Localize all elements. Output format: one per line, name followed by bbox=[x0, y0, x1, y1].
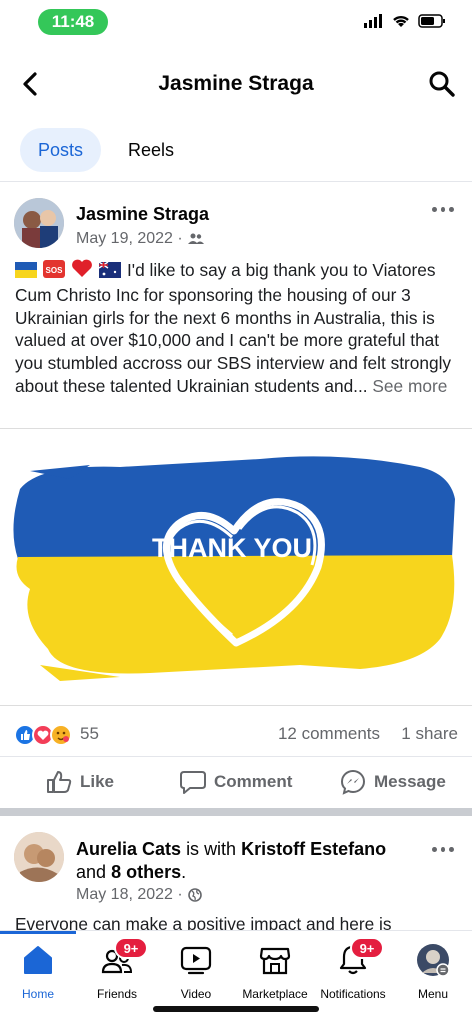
messenger-icon bbox=[340, 769, 365, 795]
image-caption: THANK YOU bbox=[152, 533, 312, 563]
shares-count[interactable]: 1 share bbox=[401, 724, 458, 744]
friends-icon: 9+ bbox=[100, 937, 148, 977]
page-header: Jasmine Straga bbox=[0, 56, 472, 112]
search-icon bbox=[429, 71, 455, 97]
nav-video[interactable]: Video bbox=[151, 939, 241, 1001]
post-image[interactable]: THANK YOU bbox=[0, 428, 472, 706]
author-avatar-2[interactable] bbox=[14, 832, 64, 882]
post-author-name[interactable]: Jasmine Straga bbox=[76, 204, 209, 225]
post-date[interactable]: May 19, 2022 · bbox=[76, 230, 183, 248]
nav-menu[interactable]: Menu bbox=[388, 939, 472, 1001]
red-heart-icon bbox=[71, 258, 93, 284]
ukraine-flag-icon bbox=[15, 261, 37, 284]
thumbs-up-icon bbox=[47, 771, 72, 793]
battery-icon bbox=[418, 14, 445, 28]
post2-meta: May 18, 2022 · bbox=[76, 886, 202, 904]
like-label: Like bbox=[80, 772, 115, 791]
nav-home[interactable]: Home bbox=[0, 939, 83, 1001]
notifications-badge: 9+ bbox=[350, 937, 384, 959]
post2-and-text: and bbox=[76, 862, 107, 882]
comment-button[interactable]: Comment bbox=[180, 765, 292, 799]
post2-with-text: is with bbox=[186, 839, 237, 859]
feed-divider bbox=[0, 808, 472, 816]
menu-avatar-icon bbox=[416, 943, 450, 977]
bell-icon: 9+ bbox=[336, 937, 384, 977]
post2-author-name[interactable]: Aurelia Cats bbox=[76, 839, 181, 859]
video-icon bbox=[179, 943, 213, 977]
nav-notifications-label: Notifications bbox=[320, 987, 386, 1001]
nav-marketplace-label: Marketplace bbox=[242, 987, 308, 1001]
like-button[interactable]: Like bbox=[46, 765, 114, 799]
nav-notifications[interactable]: 9+ Notifications bbox=[308, 937, 398, 1001]
post2-tagged-name[interactable]: Kristoff Estefano bbox=[241, 839, 386, 859]
tab-reels[interactable]: Reels bbox=[112, 128, 190, 172]
nav-friends[interactable]: 9+ Friends bbox=[72, 937, 162, 1001]
nav-marketplace[interactable]: Marketplace bbox=[230, 939, 320, 1001]
page-title: Jasmine Straga bbox=[158, 72, 314, 95]
home-gesture-bar bbox=[153, 1006, 319, 1012]
svg-text:SOS: SOS bbox=[46, 266, 64, 275]
active-tab-indicator bbox=[0, 931, 76, 934]
signal-icon bbox=[364, 14, 382, 28]
avatar-photo bbox=[14, 198, 64, 248]
friends-audience-icon bbox=[187, 233, 204, 244]
friends-badge: 9+ bbox=[114, 937, 148, 959]
post2-others-link[interactable]: 8 others bbox=[111, 862, 181, 882]
sos-icon: SOS bbox=[43, 260, 65, 284]
nav-home-label: Home bbox=[21, 987, 54, 1001]
status-icons bbox=[364, 14, 446, 28]
reaction-icons bbox=[14, 724, 72, 746]
home-icon bbox=[21, 943, 55, 977]
nav-friends-label: Friends bbox=[96, 987, 137, 1001]
nav-video-label: Video bbox=[180, 987, 212, 1001]
post2-date[interactable]: May 18, 2022 · bbox=[76, 886, 183, 904]
message-label: Message bbox=[374, 772, 446, 791]
status-bar: 11:48 bbox=[0, 0, 472, 46]
post-actions: Like Comment Message bbox=[0, 756, 472, 806]
comment-label: Comment bbox=[214, 772, 293, 791]
comments-count[interactable]: 12 comments bbox=[278, 724, 380, 744]
wifi-icon bbox=[393, 15, 409, 27]
post-meta: May 19, 2022 · bbox=[76, 230, 204, 248]
search-button[interactable] bbox=[428, 70, 456, 98]
post-more-button[interactable] bbox=[432, 202, 455, 216]
globe-icon bbox=[187, 888, 202, 902]
marketplace-icon bbox=[258, 943, 292, 977]
post-card-2: Aurelia Cats is with Kristoff Estefano a… bbox=[0, 816, 472, 936]
post-body: SOS I'd like to say a big thank you to Vi… bbox=[15, 258, 455, 398]
australia-flag-icon bbox=[98, 261, 121, 284]
message-button[interactable]: Message bbox=[340, 765, 446, 799]
tab-posts[interactable]: Posts bbox=[20, 128, 101, 172]
reaction-count: 55 bbox=[80, 724, 99, 743]
post2-more-button[interactable] bbox=[432, 842, 455, 856]
profile-tabs: Posts Reels bbox=[0, 124, 472, 182]
comment-icon bbox=[180, 771, 206, 794]
thank-you-ukraine-graphic: THANK YOU bbox=[13, 456, 455, 681]
avatar-photo-2 bbox=[14, 832, 64, 882]
post2-header: Aurelia Cats is with Kristoff Estefano a… bbox=[76, 838, 416, 884]
nav-menu-label: Menu bbox=[417, 987, 449, 1001]
see-more-link[interactable]: See more bbox=[372, 376, 447, 396]
author-avatar[interactable] bbox=[14, 198, 64, 248]
status-time: 11:48 bbox=[38, 9, 108, 35]
post2-period: . bbox=[181, 862, 187, 882]
reactions-bar[interactable]: 55 12 comments 1 share bbox=[14, 720, 458, 748]
